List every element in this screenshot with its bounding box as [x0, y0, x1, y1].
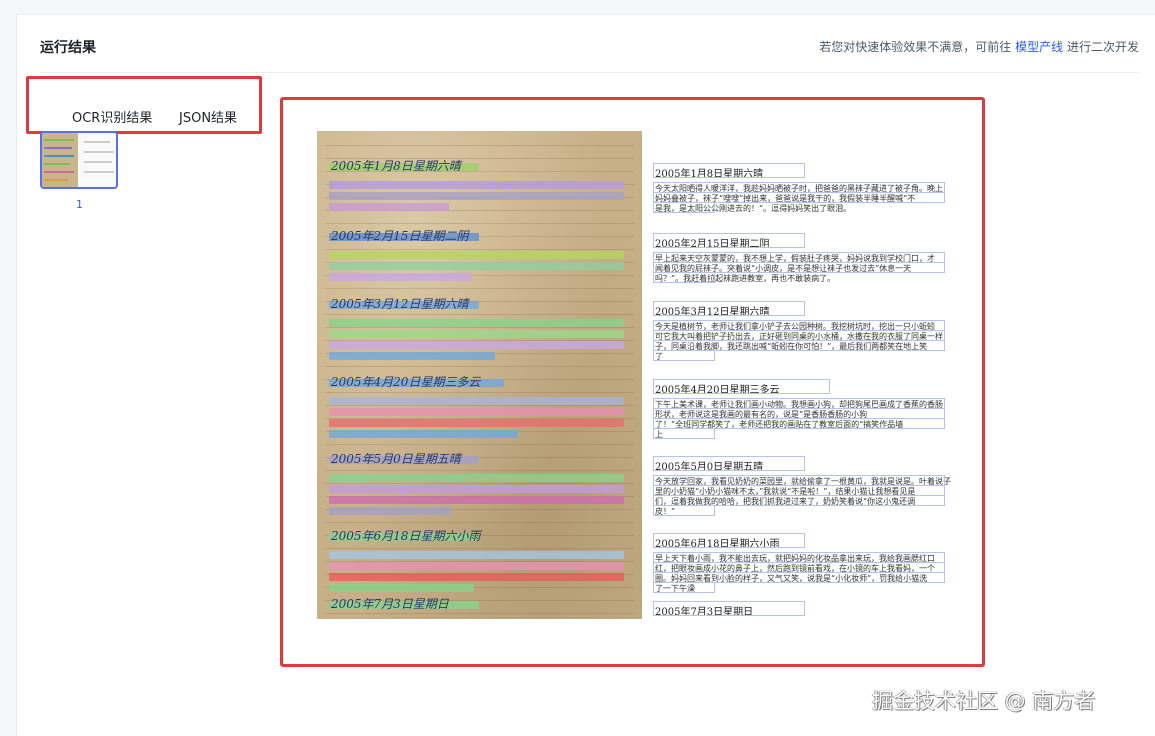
thumbnail-bar	[84, 171, 114, 173]
text-line-highlight	[329, 273, 472, 281]
text-line-highlight	[329, 408, 624, 416]
model-pipeline-link[interactable]: 模型产线	[1015, 40, 1063, 54]
tab-ocr-result[interactable]: OCR识别结果	[72, 107, 152, 126]
thumbnail-bar	[44, 171, 74, 173]
text-line-highlight	[329, 352, 495, 360]
paper-rule-line	[325, 223, 634, 224]
paper-rule-line	[325, 613, 634, 614]
text-line-highlight	[329, 319, 624, 327]
paper-rule-line	[325, 483, 634, 484]
text-line-highlight	[329, 562, 624, 570]
ocr-date-box	[653, 456, 805, 471]
text-line-highlight	[329, 551, 624, 559]
secondary-dev-tip: 若您对快速体验效果不满意，可前往 模型产线 进行二次开发	[819, 38, 1139, 55]
thumbnail-bar	[44, 155, 74, 157]
thumbnail-bar	[44, 179, 68, 181]
paper-rule-line	[325, 444, 634, 445]
tip-prefix: 若您对快速体验效果不满意，可前往	[819, 40, 1012, 54]
source-diary-photo: 2005年1月8日星期六晴 2005年2月15日星期二阴 2005年3月12日星期六…	[317, 131, 642, 619]
ocr-date-box	[653, 163, 805, 178]
text-line-highlight	[329, 181, 624, 189]
paper-rule-line	[325, 366, 634, 367]
ocr-text-render: 2005年1月8日星期六晴 今天太阳晒得人暖洋洋，我趁妈妈晒被子时，把爸爸的黑袜子…	[642, 131, 969, 619]
text-line-highlight	[329, 330, 624, 338]
page-title: 运行结果	[40, 40, 96, 56]
ocr-date-box	[653, 379, 830, 394]
text-line-highlight	[329, 496, 624, 504]
text-line-highlight	[329, 203, 449, 211]
handwritten-date: 2005年4月20日星期三多云	[331, 375, 481, 389]
thumbnail-bar	[44, 139, 74, 141]
text-line-highlight	[329, 397, 624, 405]
thumbnail-bar	[84, 161, 112, 163]
text-line-highlight	[329, 573, 624, 581]
paper-rule-line	[325, 249, 634, 250]
text-line-highlight	[329, 430, 518, 438]
handwritten-date: 2005年5月0日星期五晴	[331, 452, 461, 466]
ocr-date-box	[653, 601, 805, 616]
handwritten-date: 2005年2月15日星期二阴	[331, 229, 469, 243]
ocr-line-box	[653, 272, 715, 283]
handwritten-date: 2005年3月12日星期六晴	[331, 297, 469, 311]
result-tabs: OCR识别结果 JSON结果	[26, 76, 262, 134]
text-line-highlight	[329, 251, 624, 259]
handwritten-date: 2005年1月8日星期六晴	[331, 159, 461, 173]
ocr-visualization-image: 2005年1月8日星期六晴 2005年2月15日星期二阴 2005年3月12日星期六…	[317, 131, 969, 619]
text-line-highlight	[329, 507, 451, 515]
ocr-date-box	[653, 301, 805, 316]
paper-rule-line	[325, 548, 634, 549]
handwritten-date: 2005年6月18日星期六小雨	[331, 529, 481, 543]
tip-suffix: 进行二次开发	[1066, 40, 1139, 54]
paper-rule-line	[325, 327, 634, 328]
thumbnail-bar	[44, 147, 72, 149]
text-line-highlight	[329, 584, 474, 592]
paper-rule-line	[325, 470, 634, 471]
ocr-line-box	[653, 202, 715, 213]
page-number: 1	[76, 198, 83, 211]
paper-rule-line	[325, 522, 634, 523]
page-thumbnail[interactable]	[40, 131, 118, 189]
paper-rule-line	[325, 288, 634, 289]
ocr-line-box	[653, 582, 715, 593]
ocr-date-box	[653, 533, 805, 548]
text-line-highlight	[329, 485, 624, 493]
paper-rule-line	[325, 145, 634, 146]
paper-rule-line	[325, 392, 634, 393]
ocr-line-box	[653, 350, 715, 361]
text-line-highlight	[329, 474, 624, 482]
ocr-line-box	[653, 428, 715, 439]
watermark: 掘金技术社区 @ 南方者	[872, 689, 1096, 713]
thumbnail-bar	[44, 163, 70, 165]
paper-rule-line	[325, 314, 634, 315]
header-divider	[40, 72, 1139, 73]
thumbnail-bar	[84, 141, 110, 143]
handwritten-date: 2005年7月3日星期日	[331, 597, 449, 611]
text-line-highlight	[329, 192, 624, 200]
ocr-date-box	[653, 233, 805, 248]
ocr-line-box	[653, 505, 715, 516]
text-line-highlight	[329, 341, 624, 349]
text-line-highlight	[329, 419, 624, 427]
text-line-highlight	[329, 262, 624, 270]
paper-rule-line	[325, 405, 634, 406]
thumbnail-bar	[84, 151, 114, 153]
tab-json-result[interactable]: JSON结果	[179, 107, 237, 126]
